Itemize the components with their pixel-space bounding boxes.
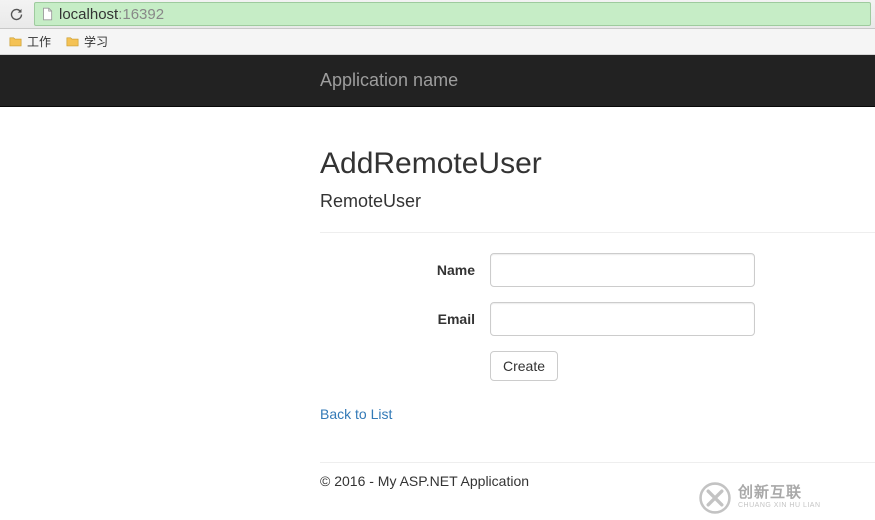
footer-divider — [320, 462, 875, 463]
watermark: 创新互联 CHUANG XIN HU LIAN — [690, 475, 875, 520]
navbar: Application name — [0, 55, 875, 107]
page-subtitle: RemoteUser — [320, 191, 875, 212]
address-text: localhost:16392 — [59, 6, 164, 23]
folder-icon — [65, 34, 80, 49]
watermark-logo-icon — [698, 481, 732, 515]
address-field[interactable]: localhost:16392 — [34, 2, 871, 26]
navbar-brand[interactable]: Application name — [320, 55, 473, 106]
divider — [320, 232, 875, 233]
browser-address-bar: localhost:16392 — [0, 0, 875, 29]
bookmark-label: 工作 — [27, 33, 51, 50]
submit-row: Create — [490, 351, 875, 381]
folder-icon — [8, 34, 23, 49]
watermark-cn: 创新互联 — [738, 485, 821, 502]
form-group-email: Email — [320, 302, 875, 336]
email-input[interactable] — [490, 302, 755, 336]
form-group-name: Name — [320, 253, 875, 287]
bookmark-label: 学习 — [84, 33, 108, 50]
bookmark-item-study[interactable]: 学习 — [65, 33, 108, 50]
email-label: Email — [320, 311, 490, 327]
name-input[interactable] — [490, 253, 755, 287]
create-button[interactable]: Create — [490, 351, 558, 381]
main-container: AddRemoteUser RemoteUser Name Email Crea… — [320, 107, 875, 489]
bookmark-item-work[interactable]: 工作 — [8, 33, 51, 50]
name-label: Name — [320, 262, 490, 278]
back-to-list-link[interactable]: Back to List — [320, 406, 392, 422]
bookmark-bar: 工作 学习 — [0, 29, 875, 55]
watermark-en: CHUANG XIN HU LIAN — [738, 502, 821, 510]
reload-icon — [9, 7, 24, 22]
page-title: AddRemoteUser — [320, 147, 875, 181]
page-icon — [40, 7, 54, 21]
reload-button[interactable] — [4, 2, 28, 26]
